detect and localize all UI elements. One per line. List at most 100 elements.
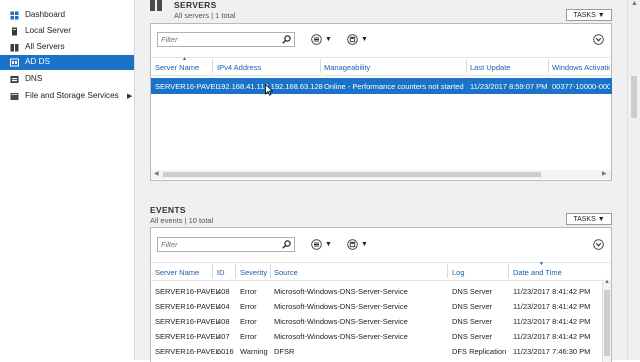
servers-filter-input[interactable]: [161, 34, 281, 44]
cell-server-name: SERVER16-PAVEL: [155, 317, 220, 326]
cell-severity: Error: [240, 332, 257, 341]
servers-horizontal-scrollbar[interactable]: ◀ ▶: [151, 170, 611, 179]
scrollbar-thumb[interactable]: [604, 290, 610, 356]
cell-last-update: 11/23/2017 8:59:07 PM: [470, 82, 548, 91]
sidebar-item-dns[interactable]: DNS: [0, 72, 134, 87]
cell-date-time: 11/23/2017 7:46:30 PM: [513, 347, 591, 356]
save-query-icon: [347, 33, 358, 45]
expand-circle-icon[interactable]: [593, 239, 604, 250]
cell-source: Microsoft-Windows-DNS-Server-Service: [274, 332, 408, 341]
col-header-manageability[interactable]: Manageability: [324, 63, 370, 72]
col-header-last-update[interactable]: Last Update: [470, 63, 510, 72]
sidebar-item-ad-ds[interactable]: AD DS: [0, 55, 134, 70]
cell-id: 408: [217, 317, 230, 326]
cell-severity: Error: [240, 317, 257, 326]
col-header-server-name[interactable]: Server Name: [155, 268, 199, 277]
cell-manageability: Online - Performance counters not starte…: [324, 82, 464, 91]
submenu-arrow-icon[interactable]: ▶: [127, 92, 132, 100]
col-header-id[interactable]: ID: [217, 268, 225, 277]
cell-server-name: SERVER16-PAVEL: [155, 347, 220, 356]
servers-section-icon: [150, 0, 162, 11]
col-header-windows-activation[interactable]: Windows Activation: [552, 63, 610, 72]
sidebar-item-local-server[interactable]: Local Server: [0, 24, 134, 39]
events-filter-input[interactable]: [161, 239, 281, 249]
cell-log: DNS Server: [452, 332, 493, 341]
scroll-left-icon[interactable]: ◀: [154, 170, 159, 177]
column-divider: [548, 59, 549, 73]
navigation-sidebar: Dashboard Local Server All Servers AD DS…: [0, 0, 135, 360]
main-vertical-scrollbar[interactable]: ▲: [627, 0, 640, 360]
cell-source: Microsoft-Windows-DNS-Server-Service: [274, 302, 408, 311]
main-content: SERVERS All servers | 1 total TASKS ▼ ▼ …: [135, 0, 640, 362]
events-save-query-button[interactable]: ▼: [347, 238, 368, 250]
servers-save-query-button[interactable]: ▼: [347, 33, 368, 45]
chevron-down-icon: ▼: [361, 240, 368, 248]
scroll-up-icon[interactable]: ▲: [604, 279, 610, 285]
sidebar-item-label: Local Server: [25, 26, 71, 35]
sidebar-item-label: File and Storage Services: [25, 91, 119, 100]
column-divider: [466, 59, 467, 73]
col-header-server-name[interactable]: Server Name: [155, 63, 199, 72]
scroll-up-icon[interactable]: ▲: [631, 0, 638, 7]
table-row[interactable]: SERVER16-PAVEL 6016 Warning DFSR DFS Rep…: [151, 345, 601, 358]
column-divider: [320, 59, 321, 73]
servers-list-options-button[interactable]: ▼: [311, 33, 332, 45]
cell-source: Microsoft-Windows-DNS-Server-Service: [274, 287, 408, 296]
sidebar-item-dashboard[interactable]: Dashboard: [0, 8, 134, 23]
col-header-source[interactable]: Source: [274, 268, 298, 277]
chevron-down-icon: ▼: [597, 11, 605, 19]
sort-ascending-icon: ▲: [182, 56, 187, 62]
sidebar-item-label: DNS: [25, 74, 43, 83]
col-header-log[interactable]: Log: [452, 268, 465, 277]
mouse-cursor-icon: [265, 84, 273, 96]
search-icon[interactable]: [282, 240, 291, 249]
sidebar-item-all-servers[interactable]: All Servers: [0, 40, 134, 55]
servers-tasks-button[interactable]: TASKS ▼: [566, 9, 612, 21]
cell-windows-activation: 00377-10000-00000-AA: [552, 82, 610, 91]
cell-id: 407: [217, 332, 230, 341]
table-row[interactable]: SERVER16-PAVEL 407 Error Microsoft-Windo…: [151, 330, 601, 343]
save-query-icon: [347, 238, 358, 250]
cell-log: DNS Server: [452, 317, 493, 326]
events-list-options-button[interactable]: ▼: [311, 238, 332, 250]
ad-ds-icon: [10, 58, 19, 67]
events-subtitle: All events | 10 total: [150, 216, 214, 225]
column-divider: [508, 264, 509, 278]
cell-date-time: 11/23/2017 8:41:42 PM: [513, 317, 591, 326]
col-header-severity[interactable]: Severity: [240, 268, 267, 277]
column-divider: [270, 264, 271, 278]
servers-panel: ▼ ▼ ▲ Server Name IPv4 Address Manageabi…: [150, 23, 612, 181]
events-filter-box[interactable]: [157, 237, 295, 252]
column-divider: [212, 264, 213, 278]
cell-source: Microsoft-Windows-DNS-Server-Service: [274, 317, 408, 326]
table-row[interactable]: SERVER16-PAVEL 408 Error Microsoft-Windo…: [151, 285, 601, 298]
scrollbar-thumb[interactable]: [163, 172, 541, 177]
cell-log: DNS Server: [452, 287, 493, 296]
cell-server-name: SERVER16-PAVEL: [155, 332, 220, 341]
file-storage-icon: [10, 93, 19, 100]
scrollbar-thumb[interactable]: [631, 76, 637, 118]
sidebar-item-file-storage[interactable]: File and Storage Services ▶: [0, 89, 134, 104]
sort-descending-icon: ▼: [539, 261, 544, 267]
events-tasks-button[interactable]: TASKS ▼: [566, 213, 612, 225]
cell-id: 408: [217, 287, 230, 296]
sidebar-item-label: AD DS: [25, 57, 51, 66]
events-vertical-scrollbar[interactable]: ▲: [602, 279, 611, 362]
chevron-down-icon: ▼: [325, 35, 332, 43]
all-servers-icon: [10, 44, 19, 52]
sidebar-item-label: Dashboard: [25, 10, 66, 19]
table-row[interactable]: SERVER16-PAVEL 404 Error Microsoft-Windo…: [151, 300, 601, 313]
events-title: EVENTS: [150, 205, 186, 215]
servers-subtitle: All servers | 1 total: [174, 11, 236, 20]
servers-title: SERVERS: [174, 0, 217, 10]
servers-filter-box[interactable]: [157, 32, 295, 47]
expand-circle-icon[interactable]: [593, 34, 604, 45]
scroll-right-icon[interactable]: ▶: [602, 170, 607, 177]
dashboard-icon: [10, 11, 19, 20]
col-header-date-time[interactable]: Date and Time: [513, 268, 562, 277]
dns-icon: [10, 76, 19, 83]
col-header-ipv4[interactable]: IPv4 Address: [217, 63, 261, 72]
search-icon[interactable]: [282, 35, 291, 44]
cell-id: 404: [217, 302, 230, 311]
table-row[interactable]: SERVER16-PAVEL 408 Error Microsoft-Windo…: [151, 315, 601, 328]
